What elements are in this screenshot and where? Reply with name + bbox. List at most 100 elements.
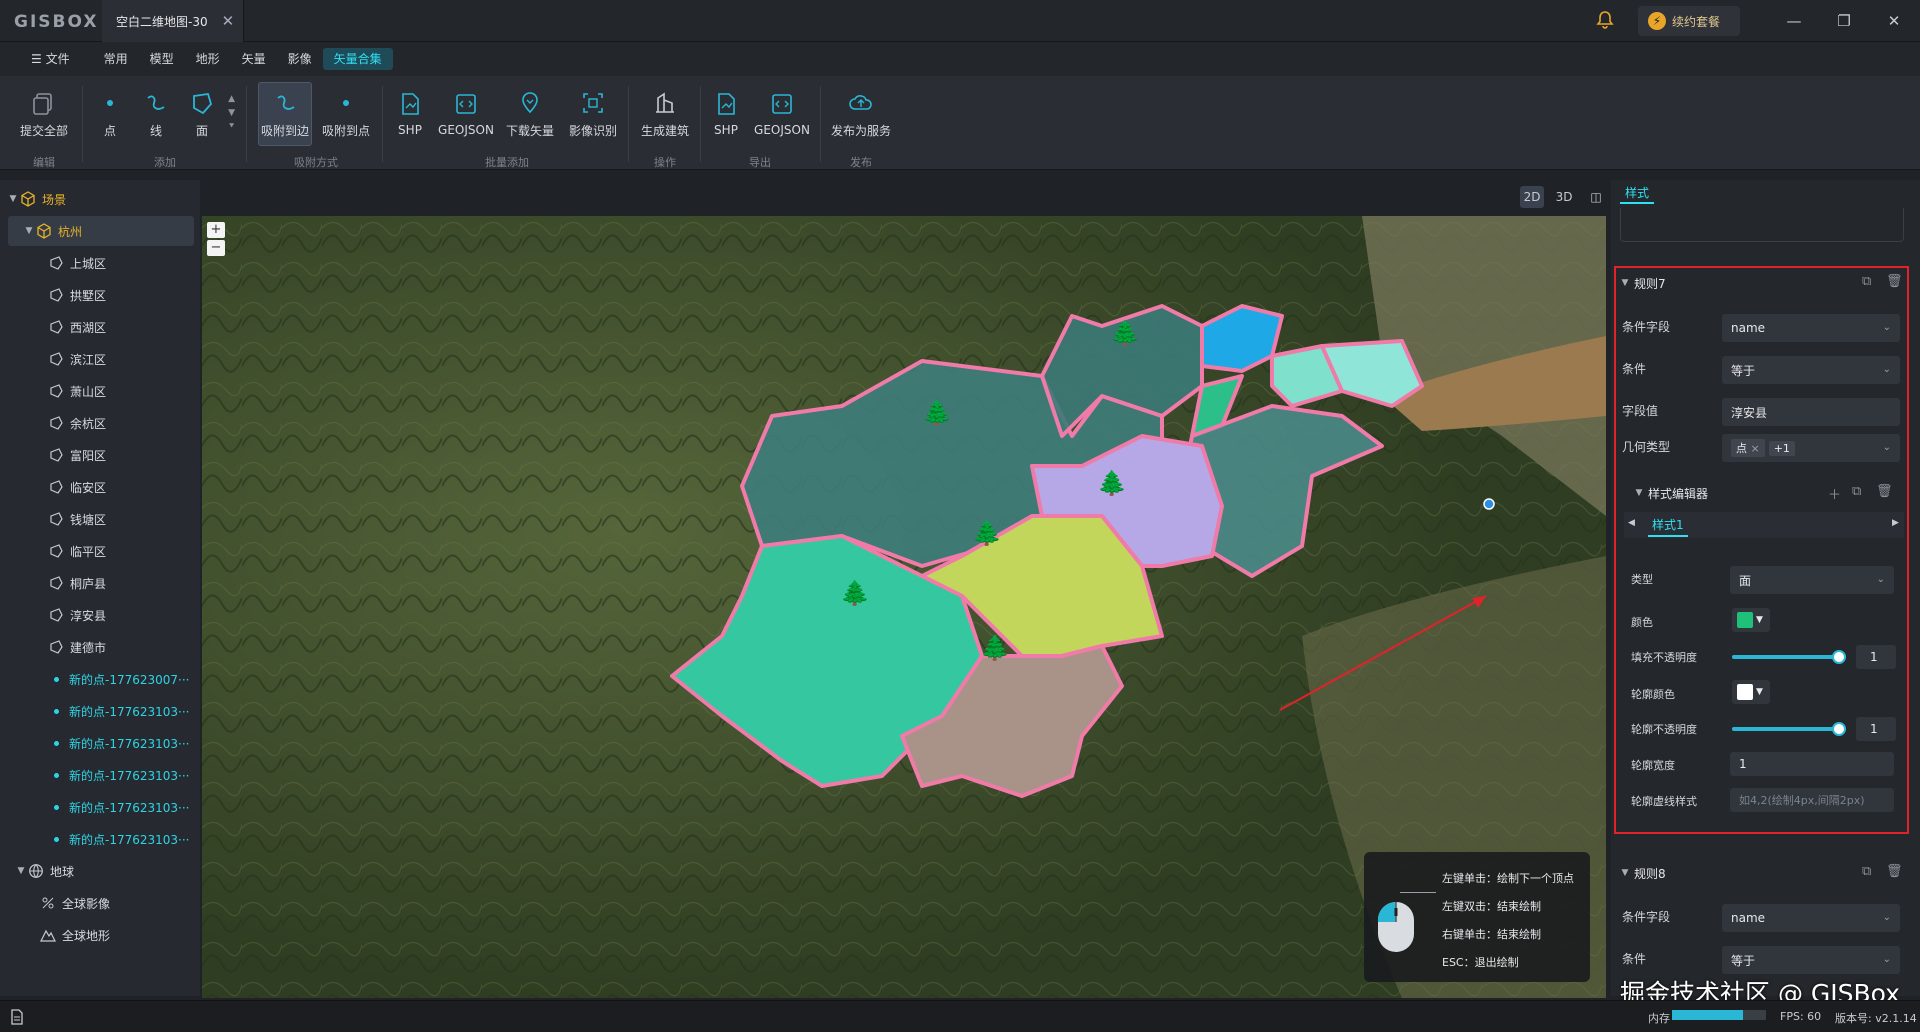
document-tab[interactable]: 空白二维地图-30 ✕ (102, 0, 244, 42)
tree-district-0[interactable]: 上城区 (0, 248, 200, 278)
tree-district-4[interactable]: 萧山区 (0, 376, 200, 406)
tree-point-4[interactable]: 新的点-177623103··· (0, 792, 200, 822)
tree-marker-icon[interactable]: 🌲 (840, 579, 870, 607)
collapse-arrow-icon[interactable]: ▼ (1616, 868, 1634, 878)
dash-style-input[interactable]: 如4,2(绘制4px,间隔2px) (1730, 788, 1894, 812)
type-select[interactable]: 面 ⌄ (1730, 566, 1894, 594)
menu-vector-collection[interactable]: 矢量合集 (322, 48, 393, 70)
tree-district-7[interactable]: 临安区 (0, 472, 200, 502)
ribbon-scroll-arrows[interactable]: ▲ ▼ ⯆ (228, 92, 235, 134)
menu-common[interactable]: 常用 (93, 48, 139, 70)
generate-building-button[interactable]: 生成建筑 (636, 82, 694, 146)
tree-marker-icon[interactable]: 🌲 (1110, 319, 1140, 347)
collapse-arrow-icon[interactable]: ▼ (1630, 488, 1648, 498)
export-shp-button[interactable]: SHP (708, 82, 744, 146)
tab-style1[interactable]: 样式1 (1648, 516, 1688, 537)
document-icon[interactable] (10, 1009, 24, 1025)
publish-service-button[interactable]: 发布为服务 (828, 82, 894, 146)
rule7-field-select[interactable]: name ⌄ (1722, 314, 1900, 342)
collapse-arrow-icon[interactable]: ▼ (14, 866, 28, 876)
export-geojson-button[interactable]: GEOJSON (752, 82, 812, 146)
renew-button[interactable]: ⚡ 续约套餐 (1638, 6, 1740, 36)
tree-point-0[interactable]: 新的点-177623007··· (0, 664, 200, 694)
collapse-arrow-icon[interactable]: ▼ (22, 226, 36, 236)
menu-vector[interactable]: 矢量 (231, 48, 277, 70)
fill-opacity-input[interactable]: 1 (1856, 645, 1896, 669)
tree-district-6[interactable]: 富阳区 (0, 440, 200, 470)
tag-close-icon[interactable]: × (1751, 442, 1760, 455)
tree-global-imagery[interactable]: 全球影像 (0, 888, 200, 918)
tree-point-3[interactable]: 新的点-177623103··· (0, 760, 200, 790)
outline-color-picker[interactable]: ▼ (1732, 680, 1770, 704)
fill-color-picker[interactable]: ▼ (1732, 608, 1770, 632)
collapse-arrow-icon[interactable]: ▼ (1616, 278, 1634, 288)
add-icon[interactable]: ＋ (1828, 484, 1841, 503)
import-geojson-button[interactable]: GEOJSON (436, 82, 496, 146)
tree-scene[interactable]: ▼ 场景 (0, 184, 200, 214)
rule7-geometry-select[interactable]: 点 × +1 ⌄ (1722, 434, 1900, 462)
tree-marker-icon[interactable]: 🌲 (1097, 469, 1127, 497)
tree-district-9[interactable]: 临平区 (0, 536, 200, 566)
tree-district-5[interactable]: 余杭区 (0, 408, 200, 438)
tab-left-arrow-icon[interactable]: ◀ (1628, 518, 1635, 528)
fill-opacity-slider[interactable] (1732, 650, 1846, 664)
tree-earth[interactable]: ▼ 地球 (0, 856, 200, 886)
tree-point-1[interactable]: 新的点-177623103··· (0, 696, 200, 726)
trash-icon[interactable]: 🗑 (1876, 484, 1893, 499)
menu-model[interactable]: 模型 (139, 48, 185, 70)
rule7-condition-select[interactable]: 等于 ⌄ (1722, 356, 1900, 384)
tab-right-arrow-icon[interactable]: ▶ (1892, 518, 1899, 528)
outline-opacity-slider[interactable] (1732, 722, 1846, 736)
outline-opacity-handle[interactable] (1832, 722, 1846, 736)
rule8-field-select[interactable]: name ⌄ (1722, 904, 1900, 932)
submit-all-button[interactable]: 提交全部 (14, 82, 74, 146)
tab-style[interactable]: 样式 (1620, 184, 1654, 204)
zoom-in-button[interactable]: + (207, 222, 225, 238)
menu-file[interactable]: ☰ 文件 (20, 48, 81, 70)
zoom-out-button[interactable]: − (207, 240, 225, 256)
copy-icon[interactable]: ⧉ (1852, 484, 1861, 499)
trash-icon[interactable]: 🗑 (1886, 274, 1903, 289)
close-window-icon[interactable]: ✕ (1883, 10, 1905, 32)
tree-district-11[interactable]: 淳安县 (0, 600, 200, 630)
view-2d-button[interactable]: 2D (1520, 186, 1544, 208)
menu-terrain[interactable]: 地形 (185, 48, 231, 70)
tree-district-10[interactable]: 桐庐县 (0, 568, 200, 598)
tree-point-5[interactable]: 新的点-177623103··· (0, 824, 200, 854)
bell-icon[interactable] (1595, 10, 1615, 30)
tree-marker-icon[interactable]: 🌲 (980, 634, 1010, 662)
add-polygon-button[interactable]: 面 (182, 82, 222, 146)
outline-width-input[interactable]: 1 (1730, 752, 1894, 776)
close-tab-icon[interactable]: ✕ (222, 12, 235, 30)
copy-icon[interactable]: ⧉ (1862, 274, 1871, 289)
tree-district-8[interactable]: 钱塘区 (0, 504, 200, 534)
rule7-value-input[interactable]: 淳安县 (1722, 398, 1900, 426)
tree-district-3[interactable]: 滨江区 (0, 344, 200, 374)
view-3d-button[interactable]: 3D (1552, 186, 1576, 208)
tree-city[interactable]: ▼ 杭州 (8, 216, 194, 246)
tree-global-terrain[interactable]: 全球地形 (0, 920, 200, 950)
split-view-button[interactable]: ◫ (1584, 186, 1608, 208)
tree-district-1[interactable]: 拱墅区 (0, 280, 200, 310)
import-shp-button[interactable]: SHP (392, 82, 428, 146)
trash-icon[interactable]: 🗑 (1886, 864, 1903, 879)
drawing-vertex[interactable] (1483, 498, 1495, 510)
fill-opacity-handle[interactable] (1832, 650, 1846, 664)
tree-point-2[interactable]: 新的点-177623103··· (0, 728, 200, 758)
collapse-arrow-icon[interactable]: ▼ (6, 194, 20, 204)
menu-imagery[interactable]: 影像 (277, 48, 323, 70)
add-point-button[interactable]: 点 (90, 82, 130, 146)
tree-marker-icon[interactable]: 🌲 (922, 399, 952, 427)
copy-icon[interactable]: ⧉ (1862, 864, 1871, 879)
tree-district-2[interactable]: 西湖区 (0, 312, 200, 342)
restore-icon[interactable]: ❐ (1833, 10, 1855, 32)
minimize-icon[interactable]: — (1783, 10, 1805, 32)
outline-opacity-input[interactable]: 1 (1856, 717, 1896, 741)
tree-marker-icon[interactable]: 🌲 (972, 519, 1002, 547)
tree-district-12[interactable]: 建德市 (0, 632, 200, 662)
snap-to-edge-button[interactable]: 吸附到边 (258, 82, 312, 146)
snap-to-point-button[interactable]: 吸附到点 (318, 82, 374, 146)
rule8-condition-select[interactable]: 等于 ⌄ (1722, 946, 1900, 974)
download-vector-button[interactable]: 下载矢量 (502, 82, 558, 146)
add-line-button[interactable]: 线 (136, 82, 176, 146)
